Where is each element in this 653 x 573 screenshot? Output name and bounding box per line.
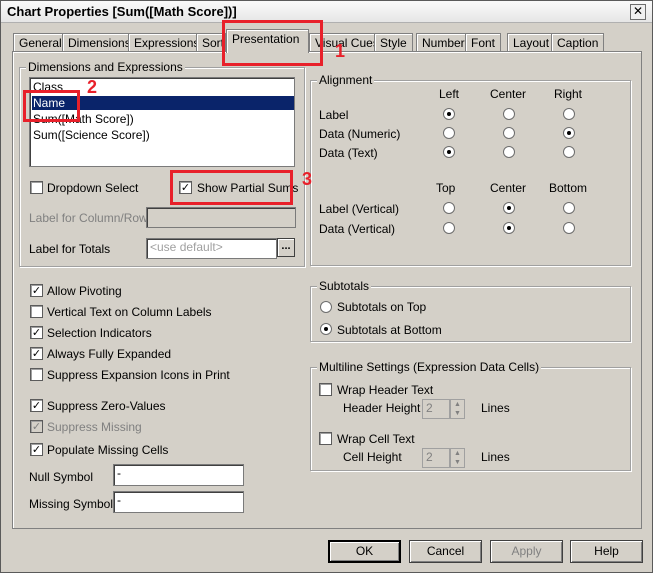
group-label: Subtotals — [317, 279, 372, 293]
radio-subtotals-bottom[interactable] — [320, 323, 332, 335]
help-button[interactable]: Help — [570, 540, 643, 563]
always-expanded-label: Always Fully Expanded — [47, 347, 172, 361]
ok-button[interactable]: OK — [328, 540, 401, 563]
apply-button: Apply — [490, 540, 563, 563]
window-title: Chart Properties [Sum([Math Score])] — [7, 4, 237, 19]
null-symbol-label: Null Symbol — [29, 470, 94, 484]
radio-vdata-bottom[interactable] — [563, 222, 575, 234]
null-symbol-input[interactable]: - — [113, 464, 244, 486]
cell-height-label: Cell Height — [343, 450, 402, 464]
label-totals-ellipsis-button[interactable]: ... — [277, 238, 295, 257]
header-height-spin-arrows: ▲ ▼ — [450, 399, 465, 419]
suppress-zero-label: Suppress Zero-Values — [47, 399, 166, 413]
label-totals-input[interactable]: <use default> — [146, 238, 277, 259]
header-height-spinner: 2 — [422, 399, 450, 419]
header-lines-label: Lines — [481, 401, 510, 415]
label-column-row-input — [146, 207, 296, 228]
suppress-expansion-checkbox[interactable] — [30, 368, 43, 381]
align-row-data-text: Data (Text) — [319, 146, 378, 160]
wrap-cell-checkbox[interactable] — [319, 432, 332, 445]
annotation-box-name — [23, 90, 80, 122]
populate-missing-checkbox[interactable]: ✓ — [30, 443, 43, 456]
annotation-number-3: 3 — [302, 169, 313, 189]
radio-vdata-center[interactable] — [503, 222, 515, 234]
radio-numeric-left[interactable] — [443, 127, 455, 139]
radio-label-left[interactable] — [443, 108, 455, 120]
tab-font[interactable]: Font — [465, 33, 502, 52]
align-center-header: Center — [490, 87, 527, 101]
suppress-missing-label: Suppress Missing — [47, 420, 142, 434]
radio-text-right[interactable] — [563, 146, 575, 158]
missing-symbol-label: Missing Symbol — [29, 497, 114, 511]
list-item[interactable]: Sum([Science Score]) — [33, 128, 150, 142]
radio-label-center[interactable] — [503, 108, 515, 120]
align-right-header: Right — [554, 87, 583, 101]
suppress-zero-checkbox[interactable]: ✓ — [30, 399, 43, 412]
cancel-button[interactable]: Cancel — [409, 540, 482, 563]
radio-vlabel-bottom[interactable] — [563, 202, 575, 214]
subtotals-top-label: Subtotals on Top — [337, 300, 427, 314]
align-row-label: Label — [319, 108, 349, 122]
wrap-cell-label: Wrap Cell Text — [337, 432, 415, 446]
selection-indicators-checkbox[interactable]: ✓ — [30, 326, 43, 339]
cell-height-spin-arrows: ▲ ▼ — [450, 448, 465, 468]
align-top-header: Top — [436, 181, 456, 195]
radio-text-center[interactable] — [503, 146, 515, 158]
radio-label-right[interactable] — [563, 108, 575, 120]
annotation-number-2: 2 — [87, 77, 98, 97]
allow-pivoting-checkbox[interactable]: ✓ — [30, 284, 43, 297]
align-row-label-vertical: Label (Vertical) — [319, 202, 400, 216]
selection-indicators-label: Selection Indicators — [47, 326, 152, 340]
wrap-header-label: Wrap Header Text — [337, 383, 434, 397]
annotation-box-partial-sums — [170, 170, 293, 205]
align-row-data-numeric: Data (Numeric) — [319, 127, 401, 141]
group-label: Multiline Settings (Expression Data Cell… — [317, 360, 542, 374]
tab-expressions[interactable]: Expressions — [128, 33, 206, 52]
tab-presentation[interactable]: Presentation — [226, 29, 309, 53]
tab-dimensions[interactable]: Dimensions — [62, 33, 137, 52]
cell-lines-label: Lines — [481, 450, 510, 464]
chart-properties-window: Chart Properties [Sum([Math Score])] ✕ G… — [0, 0, 653, 573]
tab-style[interactable]: Style — [374, 33, 413, 52]
tab-number[interactable]: Number — [416, 33, 471, 52]
radio-vdata-top[interactable] — [443, 222, 455, 234]
radio-subtotals-top[interactable] — [320, 301, 332, 313]
group-label: Alignment — [317, 73, 375, 87]
cell-height-spinner: 2 — [422, 448, 450, 468]
missing-symbol-input[interactable]: - — [113, 491, 244, 513]
radio-numeric-right[interactable] — [563, 127, 575, 139]
radio-numeric-center[interactable] — [503, 127, 515, 139]
title-bar: Chart Properties [Sum([Math Score])] ✕ — [1, 1, 652, 23]
radio-text-left[interactable] — [443, 146, 455, 158]
radio-vlabel-top[interactable] — [443, 202, 455, 214]
label-column-row-label: Label for Column/Row — [29, 211, 148, 225]
radio-vlabel-center[interactable] — [503, 202, 515, 214]
alignment-group: Alignment — [310, 73, 631, 266]
subtotals-bottom-label: Subtotals at Bottom — [337, 323, 442, 337]
allow-pivoting-label: Allow Pivoting — [47, 284, 122, 298]
vertical-text-checkbox[interactable] — [30, 305, 43, 318]
suppress-missing-checkbox: ✓ — [30, 420, 43, 433]
label-totals-label: Label for Totals — [29, 242, 111, 256]
header-height-label: Header Height — [343, 401, 421, 415]
suppress-expansion-label: Suppress Expansion Icons in Print — [47, 368, 230, 382]
tab-general[interactable]: General — [13, 33, 68, 52]
annotation-number-1: 1 — [335, 41, 346, 61]
wrap-header-checkbox[interactable] — [319, 383, 332, 396]
align-vcenter-header: Center — [490, 181, 527, 195]
align-bottom-header: Bottom — [549, 181, 588, 195]
align-left-header: Left — [439, 87, 460, 101]
dropdown-select-label: Dropdown Select — [47, 181, 139, 195]
tab-caption[interactable]: Caption — [551, 33, 605, 52]
vertical-text-label: Vertical Text on Column Labels — [47, 305, 212, 319]
align-row-data-vertical: Data (Vertical) — [319, 222, 396, 236]
populate-missing-label: Populate Missing Cells — [47, 443, 169, 457]
close-icon[interactable]: ✕ — [630, 4, 646, 20]
group-label: Dimensions and Expressions — [26, 60, 185, 74]
tab-layout[interactable]: Layout — [507, 33, 556, 52]
always-expanded-checkbox[interactable]: ✓ — [30, 347, 43, 360]
dropdown-select-checkbox[interactable] — [30, 181, 43, 194]
